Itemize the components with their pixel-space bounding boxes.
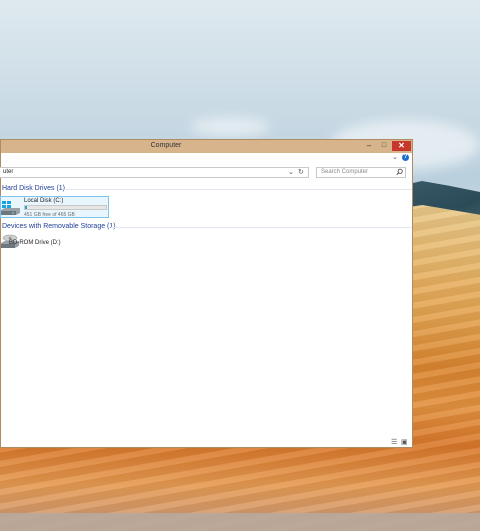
drive-usage-bar	[24, 205, 107, 210]
drive-name: BD-ROM Drive (D:)	[9, 240, 61, 246]
help-button[interactable]: ?	[402, 154, 409, 161]
close-button[interactable]: ✕	[392, 141, 411, 151]
maximize-button[interactable]: □	[378, 141, 390, 151]
explorer-window[interactable]: Computer – □ ✕ ⌄ ? uter ⌄ ↻ Search Compu…	[0, 139, 413, 448]
ribbon-bar: ⌄ ?	[1, 153, 412, 163]
hard-drive-icon	[1, 201, 20, 215]
group-divider	[111, 227, 412, 228]
title-bar[interactable]: Computer – □ ✕	[1, 140, 412, 153]
drive-free-space: 451 GB free of 465 GB	[24, 212, 75, 218]
group-header-removable-storage[interactable]: Devices with Removable Storage (1)	[2, 223, 116, 230]
search-placeholder: Search Computer	[321, 169, 369, 175]
drive-name: Local Disk (C:)	[24, 198, 64, 204]
search-input[interactable]: Search Computer	[316, 167, 406, 178]
window-title: Computer	[150, 142, 182, 149]
address-bar[interactable]: uter ⌄ ↻	[0, 167, 309, 178]
search-icon[interactable]	[396, 168, 403, 178]
drive-tile-local-disk[interactable]: Local Disk (C:) 451 GB free of 465 GB	[0, 196, 109, 218]
window-content: ⌄ ? uter ⌄ ↻ Search Computer Hard Disk D…	[0, 153, 412, 447]
drive-usage-fill	[25, 206, 28, 209]
group-header-hard-disk-drives[interactable]: Hard Disk Drives (1)	[2, 185, 65, 192]
details-view-icon[interactable]: ☰	[391, 438, 397, 446]
minimize-button[interactable]: –	[363, 141, 375, 151]
chevron-down-icon[interactable]: ⌄	[392, 153, 398, 161]
refresh-button[interactable]: ↻	[298, 168, 304, 176]
taskbar[interactable]	[0, 513, 480, 531]
group-divider	[64, 189, 412, 190]
cloud	[190, 118, 270, 136]
tiles-view-icon[interactable]: ▣	[401, 438, 408, 446]
address-text: uter	[3, 169, 14, 175]
chevron-down-icon[interactable]: ⌄	[288, 168, 294, 176]
status-bar: ☰ ▣	[1, 436, 412, 447]
drive-item-bd-rom[interactable]: BD-ROM Drive (D:)	[0, 234, 100, 252]
